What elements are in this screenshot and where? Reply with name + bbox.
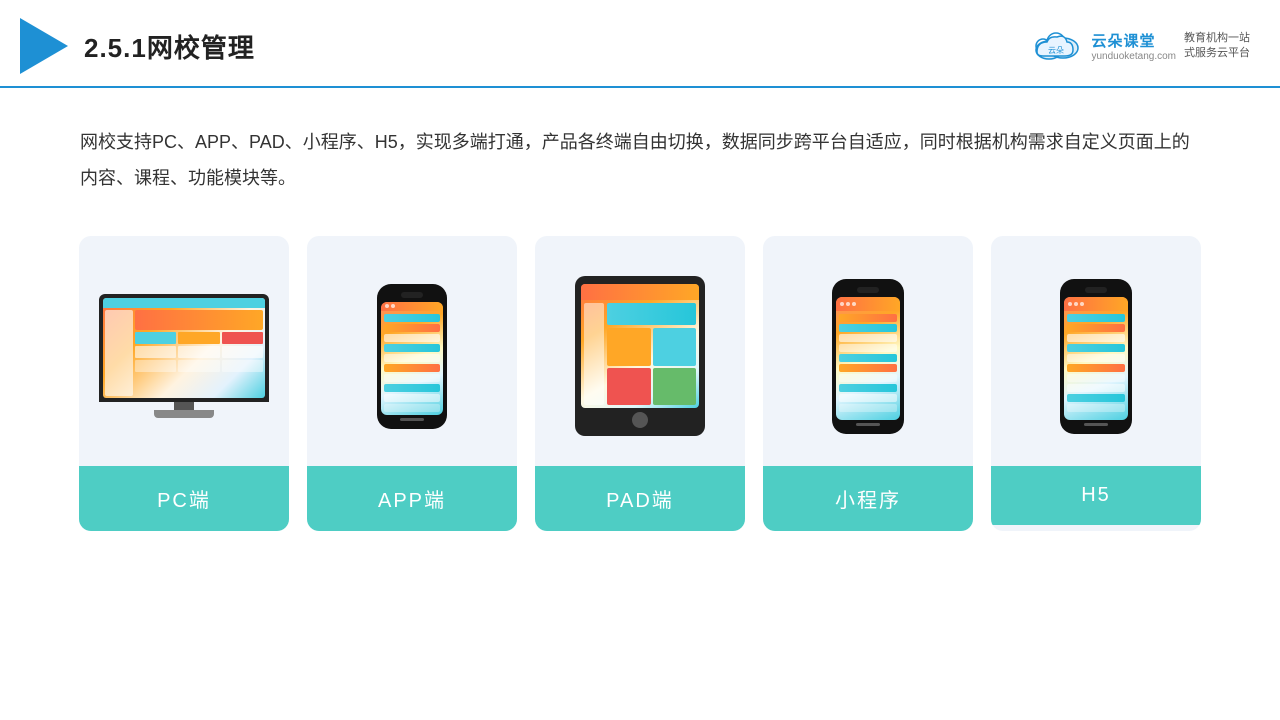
brand-name: 云朵课堂 <box>1091 30 1155 51</box>
tablet-mockup <box>575 276 705 436</box>
cards-container: PC端 <box>0 216 1280 561</box>
pc-mockup <box>99 294 269 418</box>
brand-slogan: 教育机构一站 式服务云平台 <box>1184 31 1250 62</box>
page-title: 2.5.1网校管理 <box>84 28 255 65</box>
pc-screen-inner <box>103 298 265 398</box>
pc-screen <box>99 294 269 402</box>
card-app-image <box>307 236 517 466</box>
brand-domain: yunduoketang.com <box>1091 51 1176 62</box>
cloud-icon: 云朵 <box>1029 28 1083 64</box>
card-pc-label: PC端 <box>79 466 289 531</box>
card-h5-image <box>991 236 1201 466</box>
card-miniprogram-image <box>763 236 973 466</box>
phone-mini-mockup <box>832 279 904 434</box>
logo-triangle-icon <box>20 18 68 74</box>
card-pc: PC端 <box>79 236 289 531</box>
card-pc-image <box>79 236 289 466</box>
svg-text:云朵: 云朵 <box>1048 46 1064 55</box>
phone-app-mockup <box>377 284 447 429</box>
card-pad-image <box>535 236 745 466</box>
header: 2.5.1网校管理 云朵 云朵课堂 yunduoketang.com 教育机构一… <box>0 0 1280 88</box>
cloud-logo: 云朵 云朵课堂 yunduoketang.com 教育机构一站 式服务云平台 <box>1029 28 1250 64</box>
card-app: APP端 <box>307 236 517 531</box>
brand-text: 云朵课堂 yunduoketang.com <box>1091 30 1176 62</box>
card-pad-label: PAD端 <box>535 466 745 531</box>
card-h5: H5 <box>991 236 1201 531</box>
description-text: 网校支持PC、APP、PAD、小程序、H5，实现多端打通，产品各终端自由切换，数… <box>0 88 1280 216</box>
card-miniprogram: 小程序 <box>763 236 973 531</box>
header-left: 2.5.1网校管理 <box>20 18 255 74</box>
card-pad: PAD端 <box>535 236 745 531</box>
header-right: 云朵 云朵课堂 yunduoketang.com 教育机构一站 式服务云平台 <box>1029 28 1250 64</box>
card-h5-label: H5 <box>991 466 1201 525</box>
phone-h5-mockup <box>1060 279 1132 434</box>
card-miniprogram-label: 小程序 <box>763 466 973 531</box>
card-app-label: APP端 <box>307 466 517 531</box>
